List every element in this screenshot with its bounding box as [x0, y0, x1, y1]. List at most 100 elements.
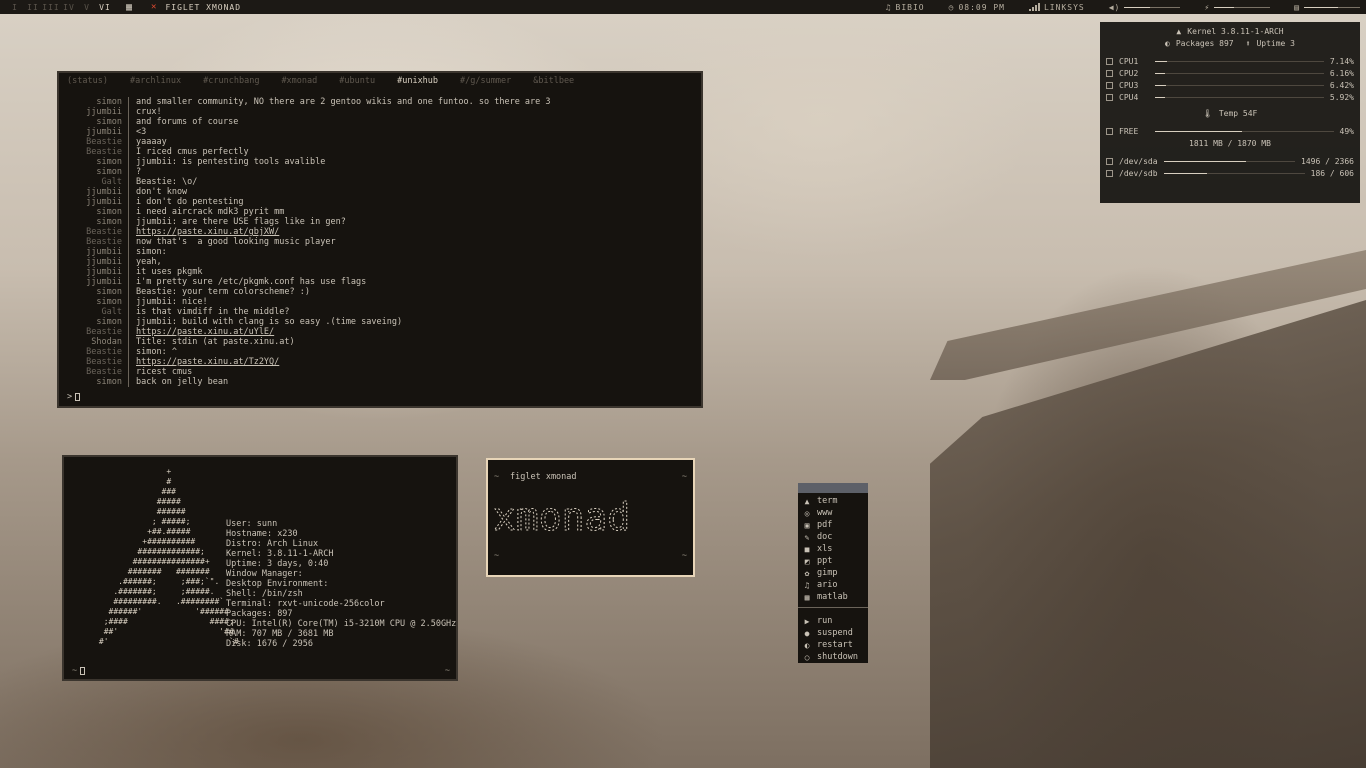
irc-nick: Beastie	[59, 347, 129, 357]
xls-icon: ■	[804, 544, 810, 554]
menu-item-term[interactable]: ▲ term	[798, 495, 868, 507]
free-value: 49%	[1339, 126, 1354, 136]
menu-item-ario[interactable]: ♫ ario	[798, 579, 868, 591]
figlet-tilde-br: ~	[681, 551, 687, 561]
irc-nick: jjumbii	[59, 247, 129, 257]
menu-item-label: ppt	[817, 556, 833, 566]
volume-slider[interactable]	[1124, 6, 1181, 8]
close-window-icon[interactable]: ✕	[151, 2, 157, 12]
menu-item-restart[interactable]: ◐ restart	[798, 639, 868, 651]
menu-item-www[interactable]: ◎ www	[798, 507, 868, 519]
clock-time: 08:09 PM	[958, 2, 1005, 12]
kernel-version: Kernel 3.8.11-1-ARCH	[1187, 26, 1284, 36]
archey-terminal[interactable]: + # ### ##### ###### ; #####; +##.##### …	[62, 455, 458, 681]
clock-icon: ◷	[948, 2, 955, 12]
irc-nick: simon	[59, 97, 129, 107]
irc-link[interactable]: https://paste.xinu.at/gbjXW/	[129, 227, 279, 237]
irc-terminal[interactable]: (status) #archlinux #crunchbang #xmonad #ubu…	[57, 71, 703, 408]
workspace-3[interactable]: III	[42, 3, 60, 12]
irc-message-text: ?	[136, 167, 142, 177]
ppt-icon: ◩	[804, 556, 810, 566]
cpu-row: CPU1 7.14%	[1106, 55, 1354, 67]
irc-message-row: Beastie ricest cmus	[59, 367, 701, 377]
irc-tab[interactable]: #/g/summer	[460, 76, 511, 86]
irc-message-text: and smaller community, NO there are 2 ge…	[136, 97, 551, 107]
music-status[interactable]: ♫ BIBIO	[886, 3, 925, 12]
menu-item-ppt[interactable]: ◩ ppt	[798, 555, 868, 567]
irc-nick: Beastie	[59, 137, 129, 147]
irc-link[interactable]: https://paste.xinu.at/uYlE/	[129, 327, 274, 337]
irc-tab[interactable]: &bitlbee	[533, 76, 574, 86]
disk-bar	[1163, 160, 1296, 162]
archey-prompt[interactable]: ~	[72, 666, 86, 676]
figlet-ascii-art: xmonad	[493, 495, 631, 540]
cpu-bar	[1155, 72, 1324, 74]
irc-tab[interactable]: #crunchbang	[203, 76, 259, 86]
speaker-icon: ◀)	[1108, 2, 1121, 12]
menu-item-run[interactable]: ▶ run	[798, 615, 868, 627]
sysinfo-row: Shell: /bin/zsh	[226, 589, 456, 599]
irc-tab[interactable]: #ubuntu	[339, 76, 375, 86]
brightness-control[interactable]: ⚡	[1204, 3, 1271, 12]
irc-message-row: simon and forums of course	[59, 117, 701, 127]
irc-nick: jjumbii	[59, 267, 129, 277]
menu-item-pdf[interactable]: ▣ pdf	[798, 519, 868, 531]
workspace-5[interactable]: V	[78, 3, 96, 12]
menu-item-gimp[interactable]: ✿ gimp	[798, 567, 868, 579]
music-note-icon: ♫	[804, 580, 810, 590]
figlet-terminal[interactable]: ~ figlet xmonad ~ xmonad ~ ~	[486, 458, 695, 577]
irc-message-row: simon jjumbii: are there USE flags like i…	[59, 217, 701, 227]
irc-message-text: i don't do pentesting	[136, 197, 244, 207]
sysinfo-row: Disk: 1676 / 2956	[226, 639, 456, 649]
irc-message-text: Beastie: \o/	[136, 177, 198, 187]
workspace-1[interactable]: I	[6, 3, 24, 12]
workspace-4[interactable]: IV	[60, 3, 78, 12]
menu-item-xls[interactable]: ■ xls	[798, 543, 868, 555]
window-title: FIGLET XMONAD	[165, 2, 242, 12]
menu-item-label: shutdown	[817, 652, 858, 662]
irc-channel-tabs: (status) #archlinux #crunchbang #xmonad #ubu…	[59, 73, 701, 89]
sysinfo-row: Distro: Arch Linux	[226, 539, 456, 549]
disk-label: /dev/sdb	[1119, 168, 1158, 178]
irc-input[interactable]: >	[67, 392, 81, 402]
menu-item-label: pdf	[817, 520, 833, 530]
irc-tab[interactable]: #archlinux	[130, 76, 181, 86]
menu-item-shutdown[interactable]: ○ shutdown	[798, 651, 868, 663]
irc-link[interactable]: https://paste.xinu.at/Tz2YQ/	[129, 357, 279, 367]
figlet-art-text: xmonad	[493, 495, 630, 539]
irc-message-text: simon:	[136, 247, 167, 257]
sysinfo-key: Shell:	[226, 589, 262, 599]
irc-message-text: yeah,	[136, 257, 162, 267]
menu-item-matlab[interactable]: ▦ matlab	[798, 591, 868, 603]
irc-nick: Galt	[59, 307, 129, 317]
menu-item-label: suspend	[817, 628, 853, 638]
irc-message-text: <3	[136, 127, 147, 137]
cpu-label: CPU4	[1119, 92, 1139, 102]
irc-tab[interactable]: #unixhub	[397, 76, 438, 86]
layout-grid-icon[interactable]: ▦	[126, 2, 133, 13]
menu-item-suspend[interactable]: ● suspend	[798, 627, 868, 639]
irc-message-row: Beastie simon: ^	[59, 347, 701, 357]
irc-message-row: simon Beastie: your term colorscheme? :)	[59, 287, 701, 297]
cpu-label: CPU3	[1119, 80, 1139, 90]
workspace-6[interactable]: VI	[96, 3, 114, 12]
sysinfo-key: Disk:	[226, 639, 257, 649]
cpu-bar	[1155, 60, 1324, 62]
brightness-slider[interactable]	[1214, 6, 1271, 8]
irc-nick: jjumbii	[59, 187, 129, 197]
irc-tab[interactable]: (status)	[67, 76, 108, 86]
irc-tab[interactable]: #xmonad	[281, 76, 317, 86]
tilde-marker: ~	[444, 666, 450, 676]
irc-nick: simon	[59, 377, 129, 387]
arch-logo-ascii: + # ### ##### ###### ; #####; +##.##### …	[98, 467, 239, 646]
volume-control[interactable]: ◀)	[1109, 3, 1181, 12]
irc-message-text: Title: stdin (at paste.xinu.at)	[136, 337, 295, 347]
system-info: User: sunn Hostname: x230 Distro: Arch Lin…	[226, 519, 456, 649]
sysinfo-value: 897	[277, 609, 293, 619]
workspace-2[interactable]: II	[24, 3, 42, 12]
menu-header	[798, 483, 868, 493]
wifi-status[interactable]: LINKSYS	[1028, 3, 1085, 12]
irc-nick: jjumbii	[59, 107, 129, 117]
irc-message-row: simon i need aircrack mdk3 pyrit mm	[59, 207, 701, 217]
menu-item-doc[interactable]: ✎ doc	[798, 531, 868, 543]
